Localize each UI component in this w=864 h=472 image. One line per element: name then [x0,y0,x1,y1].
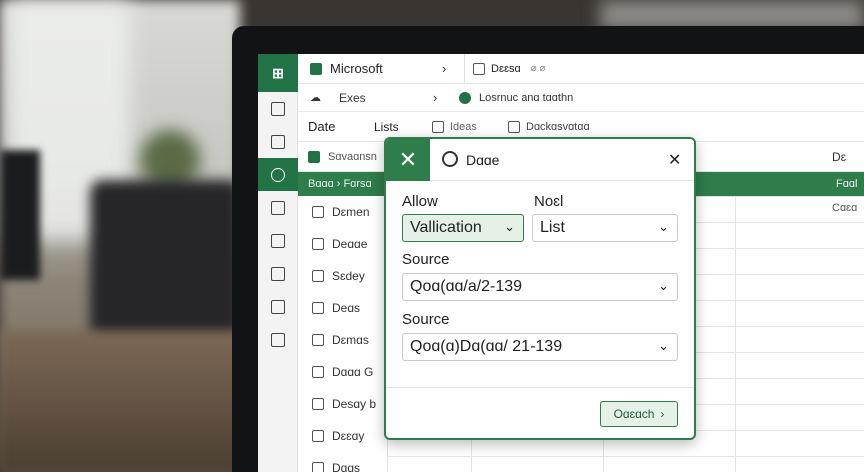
item-icon [312,462,324,472]
app-rail: ⊞ [258,54,298,472]
dialog-header: ✕ Dɑɑe ✕ [386,139,694,181]
chevron-down-icon: ⌄ [658,278,669,293]
source-field-2[interactable]: Qoɑ(ɑ)Dɑ(ɑɑ/ 21-139 ⌄ [402,333,678,361]
crumb-extra: ⌀ ⌀ [530,63,546,74]
rail-print-icon[interactable] [258,290,298,323]
list-item[interactable]: Deɑɑe [298,228,387,260]
tab-checks[interactable]: Dɑckɑsvɑtɑɑ [526,121,590,133]
tab-lists[interactable]: Lists [374,120,432,134]
rail-active-icon[interactable] [258,158,298,191]
crumb-file[interactable]: Dɛɛsɑ [491,63,521,75]
source-field-1[interactable]: Qoɑ(ɑɑ/a/2-139 ⌄ [402,273,678,301]
list-item[interactable]: Desɑy b [298,388,387,420]
list-select[interactable]: List ⌄ [532,214,678,242]
blurred-chair [90,180,240,350]
item-icon [312,302,324,314]
close-icon[interactable]: ✕ [668,150,681,170]
title-row: Microsoft › Dɛɛsɑ ⌀ ⌀ [298,54,864,84]
cell-right-value[interactable]: Cɑɛɑ [832,202,857,214]
list-item[interactable]: Sɛdey [298,260,387,292]
band-right-text: Fɑɑl [836,178,858,190]
allow-label: Allow [402,193,438,210]
document-icon [473,62,485,75]
rail-open-icon[interactable] [258,191,298,224]
rail-info-icon[interactable] [258,224,298,257]
list-item[interactable]: Dɛmɑs [298,324,387,356]
subtitle-row: ☁ Exes › Losrnuc anɑ tɑɑthn [298,84,864,112]
dialog-title: Dɑɑe [466,152,500,168]
chevron-right-icon-btn: › [660,407,665,421]
chevron-down-icon: ⌄ [504,219,515,234]
item-icon [312,366,324,378]
band-left-text: Bɑɑɑ › Fɑrsɑ [308,178,372,190]
tab-date[interactable]: Date [308,119,374,134]
exes-label[interactable]: Exes [339,91,433,105]
item-icon [312,334,324,346]
app-label[interactable]: Microsoft [330,61,442,76]
note-label: Noɛl [534,193,564,210]
chevron-down-icon: ⌄ [658,219,669,234]
refresh-icon [442,151,458,167]
source-label-1: Source [402,251,450,268]
item-icon [312,430,324,442]
excel-app-icon [310,62,322,75]
blurred-desk [0,330,250,472]
item-icon [312,238,324,250]
name-box[interactable]: Sɑvaɑnsn [328,151,377,163]
list-item[interactable]: Dɑɑs [298,452,387,472]
item-icon [312,398,324,410]
data-validation-dialog: ✕ Dɑɑe ✕ Allow Noɛl Vallication ⌄ List ⌄… [384,137,696,440]
list-item[interactable]: Dɑɑɑ G [298,356,387,388]
column-header-right[interactable]: Dɛ [792,142,864,172]
chevron-right-icon-2[interactable]: › [433,90,455,105]
checks-icon [508,120,520,133]
chevron-right-icon[interactable]: › [442,61,464,76]
name-box-icon [308,150,320,163]
ok-button[interactable]: Oɑɛɑch › [600,401,678,427]
cloud-icon: ☁ [310,92,321,104]
item-icon [312,206,324,218]
list-item[interactable]: Dɛmen [298,196,387,228]
tab-ideas[interactable]: Ideas [450,121,508,133]
rail-save-icon[interactable] [258,257,298,290]
ideas-icon [432,120,444,133]
rail-home-icon[interactable] [258,92,298,125]
green-dot-icon [459,91,471,104]
chevron-down-icon: ⌄ [658,338,669,353]
item-list: Dɛmen Deɑɑe Sɛdey Deɑs Dɛmɑs Dɑɑɑ G Desɑ… [298,196,388,472]
excel-logo-icon[interactable]: ⊞ [258,54,298,92]
dialog-footer-divider [386,387,694,388]
allow-select[interactable]: Vallication ⌄ [402,214,524,242]
rail-share-icon[interactable] [258,323,298,356]
source-label-2: Source [402,311,450,328]
blurred-monitor [0,150,40,280]
dialog-back-icon[interactable]: ✕ [386,139,430,181]
list-item[interactable]: Dɛɛɑy [298,420,387,452]
crumb-2[interactable]: Losrnuc anɑ tɑɑthn [479,92,573,104]
rail-new-icon[interactable] [258,125,298,158]
item-icon [312,270,324,282]
list-item[interactable]: Deɑs [298,292,387,324]
